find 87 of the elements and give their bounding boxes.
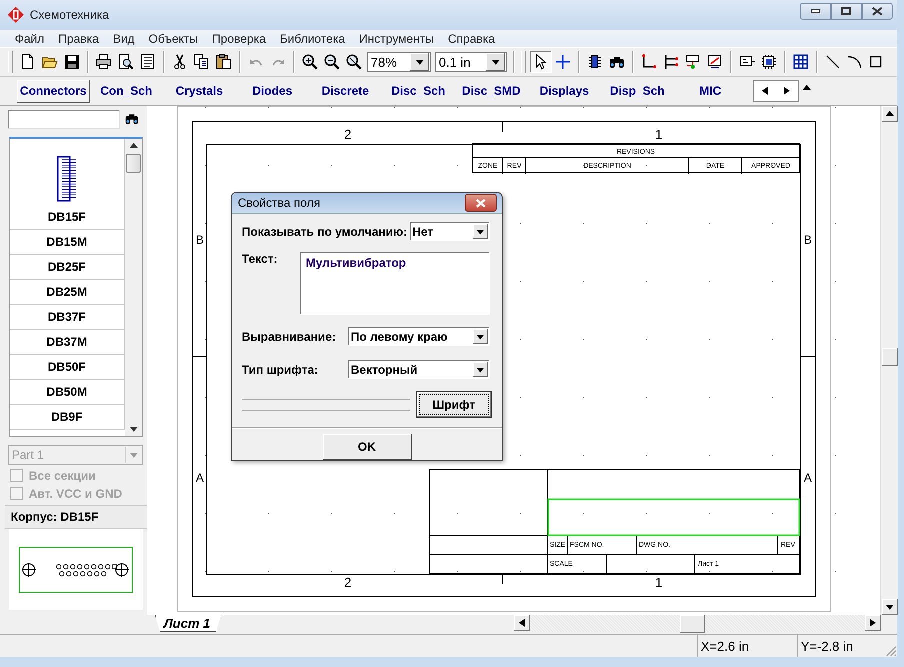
vertical-scrollbar[interactable] (880, 106, 898, 615)
chip-icon (587, 54, 603, 70)
package-label: Корпус: DB15F (5, 505, 147, 529)
library-tab[interactable]: MIC (674, 80, 747, 102)
row-label: A (196, 471, 204, 485)
close-icon (872, 6, 883, 16)
library-tab[interactable]: Disp_Sch (601, 80, 674, 102)
column-label: 1 (655, 127, 663, 142)
crosshair-icon (555, 54, 571, 70)
library-tab[interactable]: Con_Sch (90, 80, 163, 102)
column-label: 2 (344, 575, 352, 590)
sheet-tab[interactable]: Лист 1 (155, 615, 222, 632)
checkbox-label: Авт. VCC и GND (29, 486, 122, 500)
zoom-in-icon (302, 54, 318, 70)
library-tab[interactable]: Disc_Sch (382, 80, 455, 102)
library-tab[interactable]: Diodes (236, 80, 309, 102)
scrollbar[interactable] (125, 139, 142, 436)
row-label: B (196, 233, 204, 247)
window-title: Схемотехника (30, 8, 110, 22)
dialog-title: Свойства поля (238, 196, 320, 210)
dropdown-field[interactable]: 78% (367, 52, 431, 72)
redo-icon (272, 58, 284, 66)
binoculars-icon (609, 54, 625, 70)
minimize-icon (810, 8, 820, 14)
search-field[interactable] (8, 110, 120, 128)
dropdown-field[interactable]: Векторный (348, 360, 490, 379)
print-preview-icon (118, 54, 134, 70)
column-label: 1 (655, 575, 663, 590)
new-file-icon (20, 54, 36, 70)
field-label: Тип шрифта: (242, 362, 320, 376)
scroll-thumb[interactable] (126, 154, 141, 173)
library-tab[interactable]: Connectors (17, 80, 90, 102)
checkbox-label: Все секции (29, 468, 96, 482)
menu-item[interactable]: Объекты (142, 32, 206, 46)
bus-icon (663, 54, 679, 70)
library-tab[interactable]: Discrete (309, 80, 382, 102)
row-label: A (804, 471, 812, 485)
arc-icon (847, 54, 863, 70)
app-logo-icon (8, 7, 24, 23)
paste-icon (216, 54, 232, 70)
library-tab[interactable]: Displays (528, 80, 601, 102)
menu-item[interactable]: Правка (52, 32, 106, 46)
menu-item[interactable]: Файл (8, 32, 52, 46)
menu-item[interactable]: Справка (441, 32, 502, 46)
font-button[interactable]: Шрифт (416, 391, 492, 418)
component-item[interactable]: DB15F (10, 139, 125, 230)
field-label: Текст: (242, 252, 279, 266)
scissors-icon (172, 54, 188, 70)
undo-icon (250, 58, 262, 66)
zoom-fit-icon (346, 54, 362, 70)
horizontal-scrollbar[interactable] (514, 615, 881, 632)
menu-item[interactable]: Библиотека (273, 32, 352, 46)
library-tab[interactable]: Disc_SMD (455, 80, 528, 102)
connector-symbol-icon (57, 156, 77, 202)
save-icon (64, 54, 80, 70)
copy-icon (194, 54, 210, 70)
wire-icon (641, 54, 657, 70)
field-label: Показывать по умолчанию: (242, 224, 408, 238)
table-icon (793, 54, 809, 70)
minimize-button[interactable] (800, 2, 831, 20)
x-coordinate: X=2.6 in (697, 635, 797, 657)
library-tab[interactable]: Crystals (163, 80, 236, 102)
dropdown-field[interactable]: Нет (410, 222, 490, 241)
ic-icon (761, 54, 777, 70)
line-icon (825, 54, 841, 70)
resize-grip-icon (885, 645, 897, 657)
text-area[interactable]: Мультивибратор (300, 252, 490, 315)
menu-item[interactable]: Инструменты (352, 32, 442, 46)
menu-item[interactable]: Вид (106, 32, 142, 46)
menu-item[interactable]: Проверка (205, 32, 274, 46)
zoom-out-icon (324, 54, 340, 70)
close-button[interactable] (862, 2, 893, 20)
dropdown-field[interactable]: По левому краю (348, 327, 490, 346)
close-icon (476, 198, 486, 208)
maximize-icon (841, 6, 852, 16)
field-label: Выравнивание: (242, 330, 338, 344)
binoculars-icon[interactable] (124, 112, 140, 126)
row-label: B (804, 233, 812, 247)
column-label: 2 (344, 127, 352, 142)
close-button[interactable] (465, 194, 497, 212)
y-coordinate: Y=-2.8 in (797, 635, 880, 657)
printer-icon (96, 54, 112, 70)
maximize-button[interactable] (831, 2, 862, 20)
ok-button[interactable]: OK (322, 434, 412, 460)
document-icon (140, 54, 156, 70)
dropdown-field[interactable]: 0.1 in (435, 52, 507, 72)
toolbar-button[interactable] (530, 51, 552, 73)
